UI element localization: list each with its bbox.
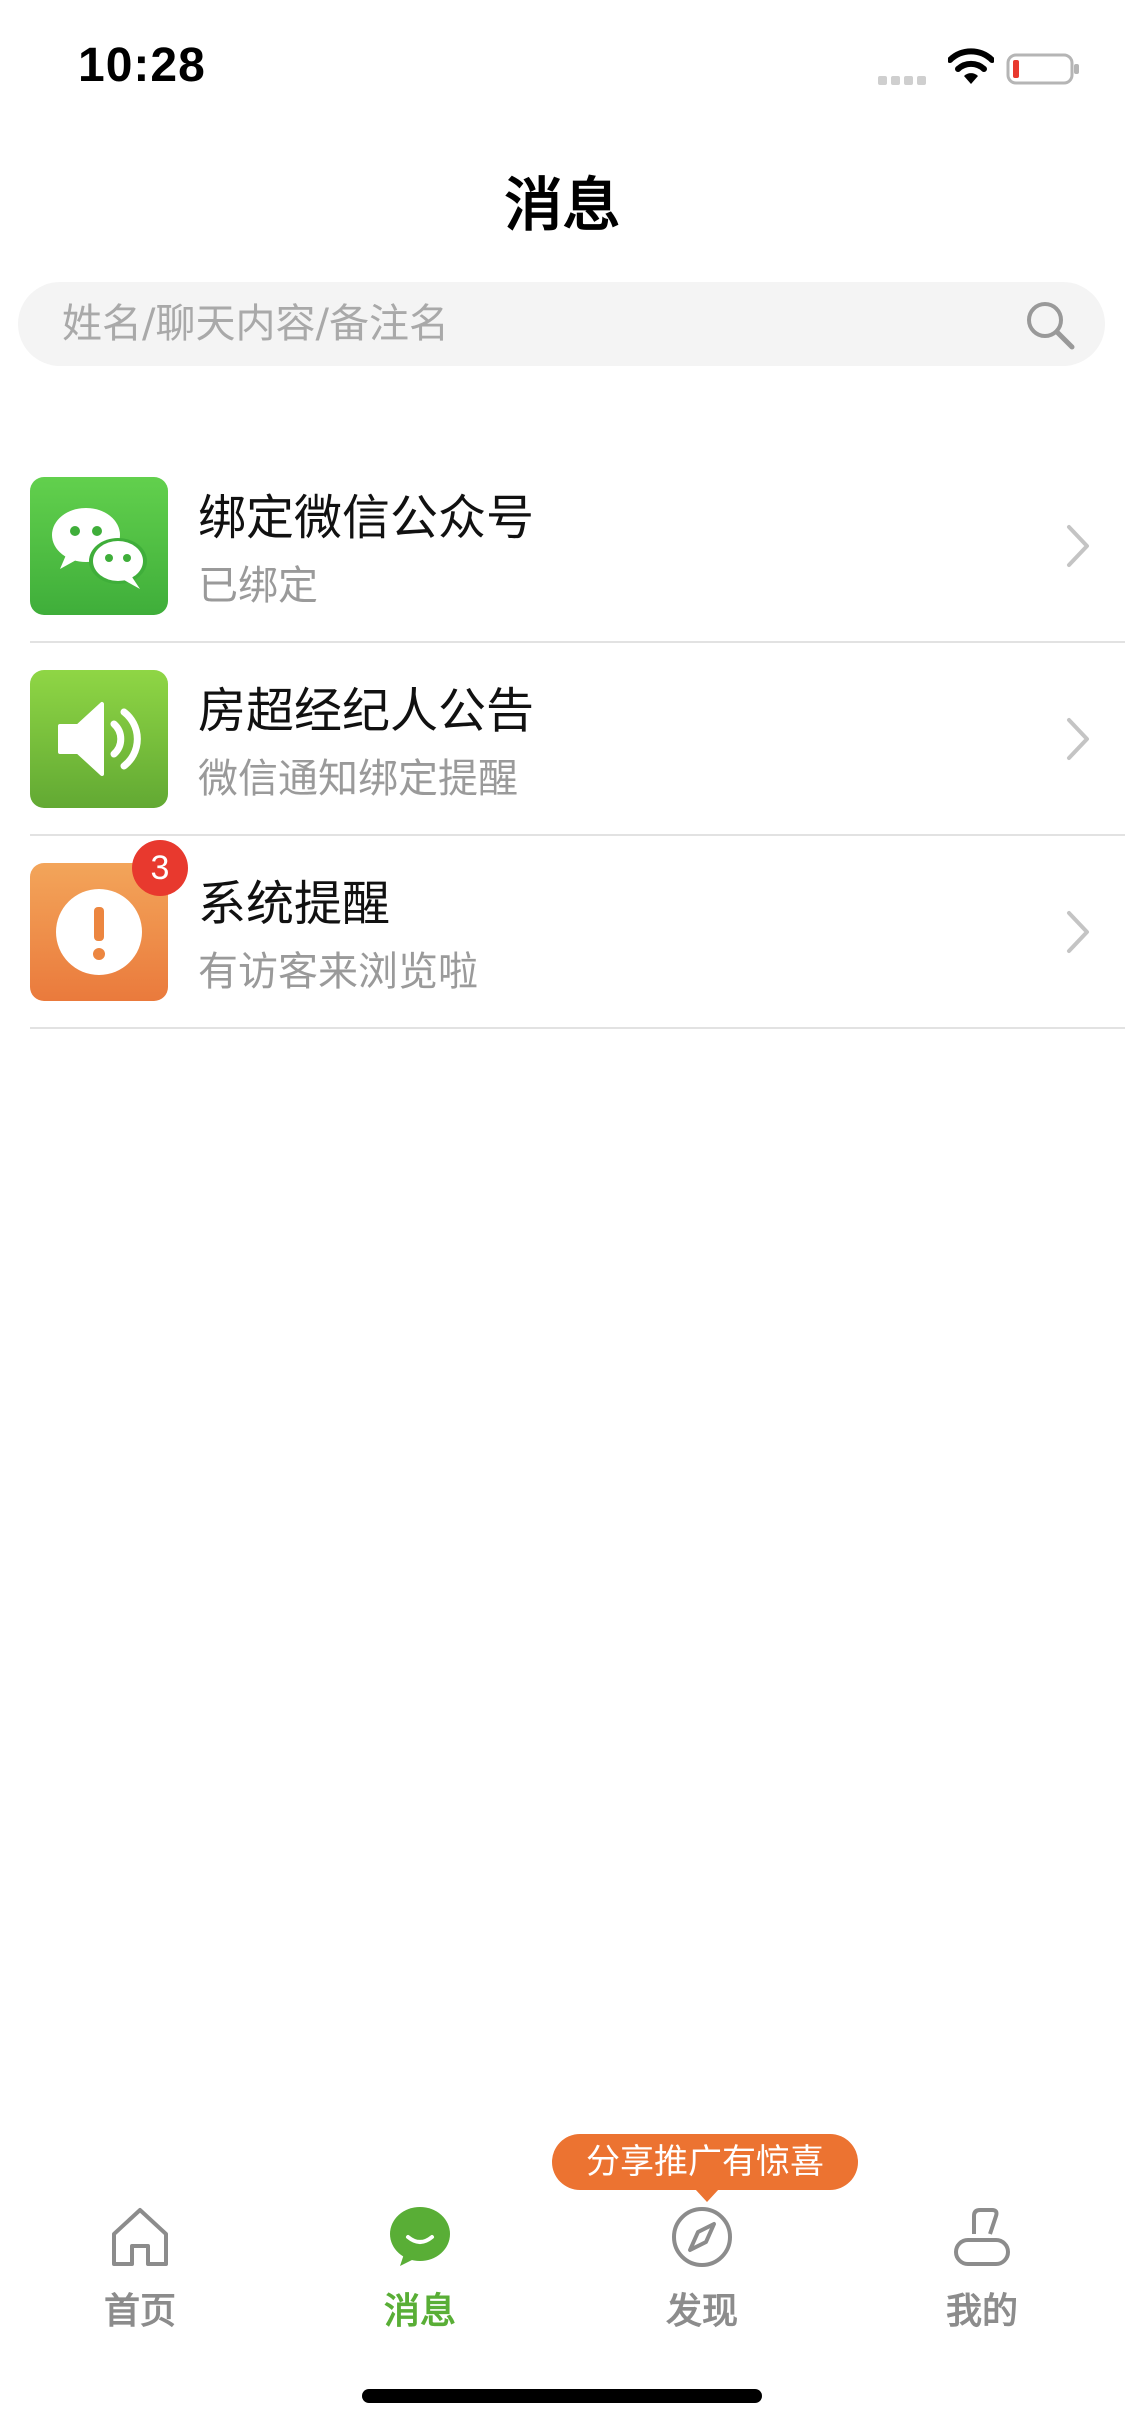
status-bar: 10:28 — [0, 0, 1125, 132]
tab-messages[interactable]: 消息 — [320, 2190, 520, 2340]
message-subtitle: 已绑定 — [198, 563, 318, 609]
unread-badge: 3 — [132, 840, 188, 896]
search-input[interactable] — [62, 282, 1002, 366]
messages-screen: 10:28 消息 姓名/聊天内容/备注名 绑定微信公众号 已绑定 房超经纪人公告… — [0, 0, 1125, 2436]
chevron-right-icon — [1067, 525, 1089, 567]
compass-icon — [672, 2207, 732, 2267]
wifi-icon — [948, 48, 994, 84]
chat-icon — [390, 2207, 450, 2266]
tab-profile[interactable]: 我的 — [882, 2190, 1082, 2340]
page-title: 消息 — [504, 171, 621, 239]
chevron-right-icon — [1067, 911, 1089, 953]
tab-label: 首页 — [103, 2291, 176, 2332]
tab-home[interactable]: 首页 — [40, 2190, 240, 2340]
message-subtitle: 微信通知绑定提醒 — [198, 756, 518, 802]
tab-discover[interactable]: 发现 — [602, 2190, 802, 2340]
tab-label: 发现 — [665, 2291, 738, 2332]
tab-bar: 首页 消息 发现 我的 — [0, 2190, 1125, 2340]
speaker-icon — [30, 670, 168, 808]
message-title: 绑定微信公众号 — [198, 490, 535, 546]
search-bar[interactable] — [18, 282, 1105, 366]
list-item-announcement[interactable]: 房超经纪人公告 微信通知绑定提醒 — [30, 643, 1125, 836]
message-list: 绑定微信公众号 已绑定 房超经纪人公告 微信通知绑定提醒 3 系统提醒 有访客来… — [30, 450, 1125, 1029]
search-icon[interactable] — [1023, 298, 1077, 352]
promo-bubble[interactable]: 分享推广有惊喜 — [552, 2134, 858, 2202]
tab-label: 我的 — [945, 2291, 1018, 2332]
chevron-right-icon — [1067, 718, 1089, 760]
tab-label: 消息 — [383, 2291, 456, 2332]
signal-icon — [878, 70, 930, 85]
profile-icon — [954, 2208, 1010, 2266]
status-time: 10:28 — [78, 39, 206, 92]
list-item-wechat[interactable]: 绑定微信公众号 已绑定 — [30, 450, 1125, 643]
home-indicator[interactable] — [362, 2389, 762, 2403]
wechat-icon — [30, 477, 168, 615]
message-title: 系统提醒 — [198, 876, 391, 932]
message-subtitle: 有访客来浏览啦 — [198, 949, 478, 995]
battery-icon — [1006, 53, 1079, 85]
message-title: 房超经纪人公告 — [198, 683, 535, 739]
list-item-system-reminder[interactable]: 3 系统提醒 有访客来浏览啦 — [30, 836, 1125, 1029]
home-icon — [112, 2208, 168, 2266]
